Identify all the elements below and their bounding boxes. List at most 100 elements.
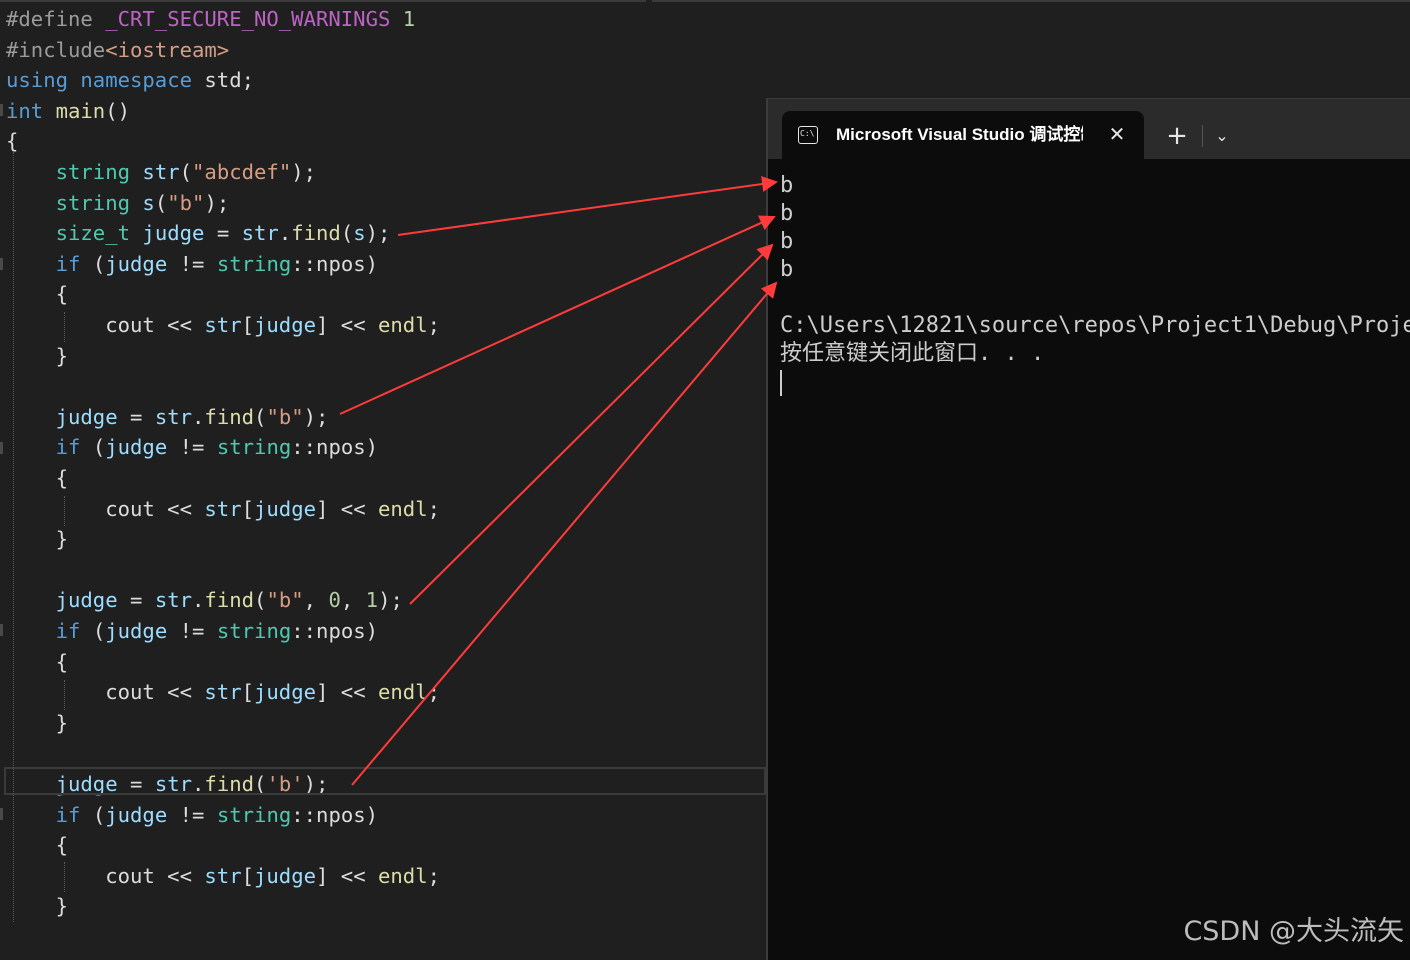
code-token: {: [6, 282, 68, 307]
code-line[interactable]: int main(): [6, 96, 130, 126]
code-line[interactable]: }: [6, 341, 68, 371]
code-token: string: [216, 435, 292, 460]
code-token: =: [204, 221, 242, 246]
code-token: ] <<: [316, 863, 378, 888]
indent-guide: [64, 862, 65, 892]
code-token: !=: [167, 251, 217, 276]
code-token: size_t: [55, 221, 131, 246]
code-line[interactable]: #define _CRT_SECURE_NO_WARNINGS 1: [6, 4, 415, 34]
code-token: string: [216, 619, 292, 643]
code-line[interactable]: #include<iostream>: [6, 35, 229, 65]
code-line[interactable]: judge = str.find("b", 0, 1);: [6, 585, 403, 615]
indent-guide: [64, 312, 65, 342]
code-line[interactable]: {: [6, 830, 68, 860]
code-token: find: [291, 221, 341, 246]
indent-guide: [64, 680, 65, 710]
code-token: ;: [427, 863, 441, 888]
code-token: ::npos): [291, 435, 379, 460]
code-token: str: [204, 313, 242, 337]
code-token: judge: [254, 313, 316, 337]
code-line[interactable]: if (judge != string::npos): [6, 432, 378, 462]
code-token: string: [216, 251, 292, 276]
console-exe-path: C:\Users\12821\source\repos\Project1\Deb…: [780, 313, 1410, 338]
fold-marker[interactable]: [0, 442, 3, 454]
code-token: (: [179, 160, 193, 184]
code-token: }: [6, 710, 68, 735]
editor-top-border: [0, 0, 646, 2]
code-line[interactable]: }: [6, 708, 68, 738]
code-line[interactable]: string str("abcdef");: [6, 157, 316, 187]
code-token: if: [55, 435, 81, 460]
code-line[interactable]: {: [6, 463, 68, 493]
code-token: (: [80, 619, 106, 643]
code-line[interactable]: if (judge != string::npos): [6, 249, 378, 279]
console-output-line: b: [780, 173, 794, 198]
code-token: [: [241, 496, 254, 521]
console-press-any-key: 按任意键关闭此窗口. . .: [780, 341, 1045, 366]
code-token: cout <<: [6, 313, 205, 337]
new-tab-plus-icon[interactable]: +: [1162, 121, 1192, 151]
code-line[interactable]: using namespace std;: [6, 65, 254, 95]
code-line[interactable]: }: [6, 891, 68, 921]
code-token: (: [80, 251, 106, 276]
close-icon[interactable]: ✕: [1104, 121, 1130, 147]
code-token: );: [378, 588, 403, 613]
fold-marker[interactable]: [0, 104, 3, 116]
code-token: "b": [167, 190, 205, 215]
fold-marker[interactable]: [0, 258, 3, 270]
code-token: cout <<: [6, 680, 205, 705]
code-token: cout <<: [6, 863, 205, 888]
code-line[interactable]: size_t judge = str.find(s);: [6, 218, 391, 248]
code-token: endl: [378, 863, 428, 888]
code-line[interactable]: cout << str[judge] << endl;: [6, 677, 440, 707]
code-line[interactable]: string s("b");: [6, 188, 230, 218]
code-line[interactable]: judge = str.find("b");: [6, 402, 329, 432]
code-token: namespace: [80, 68, 192, 93]
code-token: {: [6, 129, 19, 154]
code-token: cout <<: [6, 496, 205, 521]
debug-console-window[interactable]: C:\ Microsoft Visual Studio 调试控制台 ✕ + ⌄ …: [766, 98, 1410, 960]
code-line[interactable]: }: [6, 524, 68, 554]
code-token: !=: [167, 802, 217, 827]
code-token: {: [6, 833, 68, 858]
code-token: judge: [254, 496, 316, 521]
code-token: ;: [427, 680, 441, 705]
code-token: str: [204, 496, 242, 521]
editor-top-border-right: [652, 0, 1410, 2]
chevron-down-icon[interactable]: ⌄: [1208, 121, 1236, 151]
code-token: ::npos): [291, 251, 379, 276]
code-token: .: [278, 221, 292, 246]
code-line[interactable]: cout << str[judge] << endl;: [6, 861, 440, 891]
code-token: judge: [105, 435, 168, 460]
code-token: ] <<: [316, 680, 378, 705]
code-token: ,: [303, 588, 329, 613]
code-token: (: [80, 802, 106, 827]
code-token: judge: [105, 619, 168, 643]
code-token: =: [117, 404, 155, 429]
code-token: (: [254, 404, 267, 429]
code-token: );: [303, 404, 329, 429]
code-line[interactable]: cout << str[judge] << endl;: [6, 494, 440, 524]
code-line[interactable]: if (judge != string::npos): [6, 616, 378, 646]
code-token: judge: [142, 221, 205, 246]
code-token: );: [365, 221, 391, 246]
console-output-line: b: [780, 257, 794, 282]
code-token: if: [55, 251, 81, 276]
code-line[interactable]: {: [6, 647, 68, 677]
code-line[interactable]: {: [6, 279, 68, 309]
code-token: std;: [192, 68, 254, 93]
code-token: str: [154, 404, 193, 429]
code-line[interactable]: if (judge != string::npos): [6, 800, 378, 830]
console-tab[interactable]: C:\ Microsoft Visual Studio 调试控制台 ✕: [782, 111, 1144, 159]
watermark: CSDN @大头流矢: [1183, 916, 1404, 947]
console-tab-title: Microsoft Visual Studio 调试控制台: [836, 125, 1083, 144]
code-token: if: [55, 619, 81, 643]
code-line[interactable]: cout << str[judge] << endl;: [6, 310, 440, 340]
code-token: ::npos): [291, 802, 379, 827]
code-token: <iostream>: [105, 37, 230, 62]
code-token: str: [204, 863, 242, 888]
fold-marker[interactable]: [0, 624, 3, 636]
code-token: judge: [55, 404, 118, 429]
fold-marker[interactable]: [0, 808, 3, 820]
